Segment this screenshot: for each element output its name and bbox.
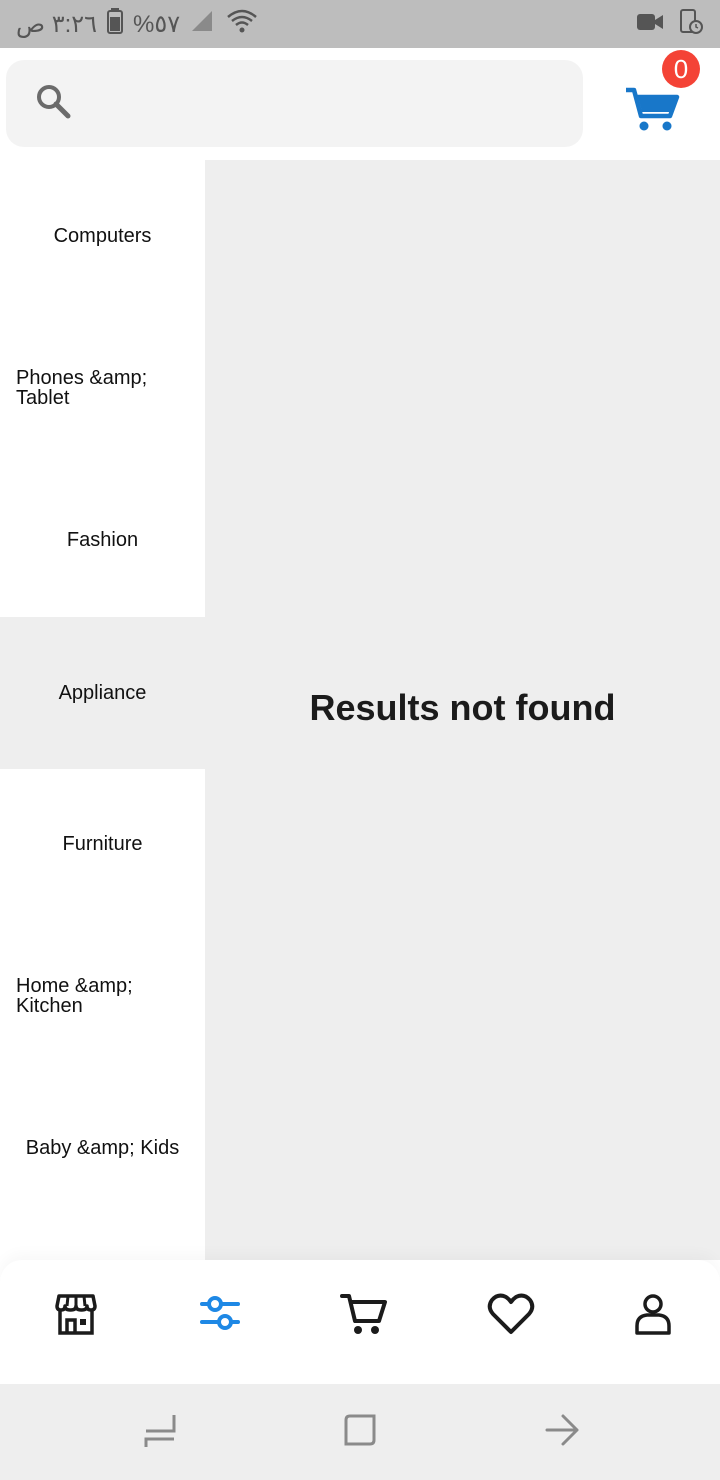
search-bar[interactable] — [6, 60, 583, 147]
video-camera-icon — [636, 11, 664, 38]
search-input[interactable] — [86, 87, 546, 120]
header — [0, 48, 720, 160]
category-appliance[interactable]: Appliance — [0, 617, 205, 769]
signal-icon — [190, 9, 216, 40]
status-time: ٣:٢٦ ص — [16, 10, 98, 38]
status-bar: ٣:٢٦ ص %٥٧ — [0, 0, 720, 48]
status-right — [636, 8, 704, 40]
category-label: Furniture — [62, 833, 143, 855]
category-label: Home &amp; Kitchen — [16, 975, 133, 1017]
category-label: Fashion — [66, 529, 139, 551]
status-left: ٣:٢٦ ص %٥٧ — [16, 7, 258, 41]
home-button[interactable] — [340, 1412, 380, 1452]
store-icon — [54, 1292, 98, 1341]
nav-store-button[interactable] — [46, 1288, 106, 1344]
home-square-icon — [342, 1412, 378, 1453]
category-home-kitchen[interactable]: Home &amp; Kitchen — [0, 920, 205, 1072]
category-label: Appliance — [58, 682, 147, 704]
system-navigation-bar — [0, 1384, 720, 1480]
category-phones-tablet[interactable]: Phones &amp; Tablet — [0, 312, 205, 464]
recent-apps-icon — [142, 1411, 178, 1454]
back-button[interactable] — [542, 1412, 582, 1452]
category-sidebar: Computers Phones &amp; Tablet Fashion Ap… — [0, 160, 205, 1260]
search-icon — [34, 82, 72, 125]
category-computers[interactable]: Computers — [0, 160, 205, 312]
back-arrow-icon — [543, 1411, 581, 1454]
empty-results-message: Results not found — [309, 687, 616, 728]
category-furniture[interactable]: Furniture — [0, 768, 205, 920]
screen-timer-icon — [678, 8, 704, 40]
category-fashion[interactable]: Fashion — [0, 464, 205, 616]
category-baby-kids[interactable]: Baby &amp; Kids — [0, 1072, 205, 1224]
category-label: Computers — [53, 225, 152, 247]
nav-profile-button[interactable] — [623, 1288, 683, 1344]
user-icon — [633, 1292, 673, 1341]
category-label: Baby &amp; Kids — [25, 1137, 180, 1159]
recent-apps-button[interactable] — [140, 1412, 180, 1452]
wifi-icon — [226, 8, 258, 41]
cart-count-badge: 0 — [662, 50, 700, 88]
battery-percent: %٥٧ — [133, 10, 181, 38]
heart-icon — [487, 1292, 535, 1341]
cart-button[interactable] — [624, 86, 684, 138]
results-panel: Results not found — [205, 160, 720, 1260]
cart-icon — [340, 1291, 388, 1342]
cart-icon — [624, 87, 680, 136]
bottom-navigation — [0, 1260, 720, 1384]
nav-filter-button[interactable] — [190, 1288, 250, 1344]
nav-favorites-button[interactable] — [481, 1288, 541, 1344]
nav-cart-button[interactable] — [334, 1288, 394, 1344]
category-label: Phones &amp; Tablet — [16, 367, 148, 409]
filter-icon — [198, 1292, 242, 1341]
battery-icon — [107, 7, 124, 41]
